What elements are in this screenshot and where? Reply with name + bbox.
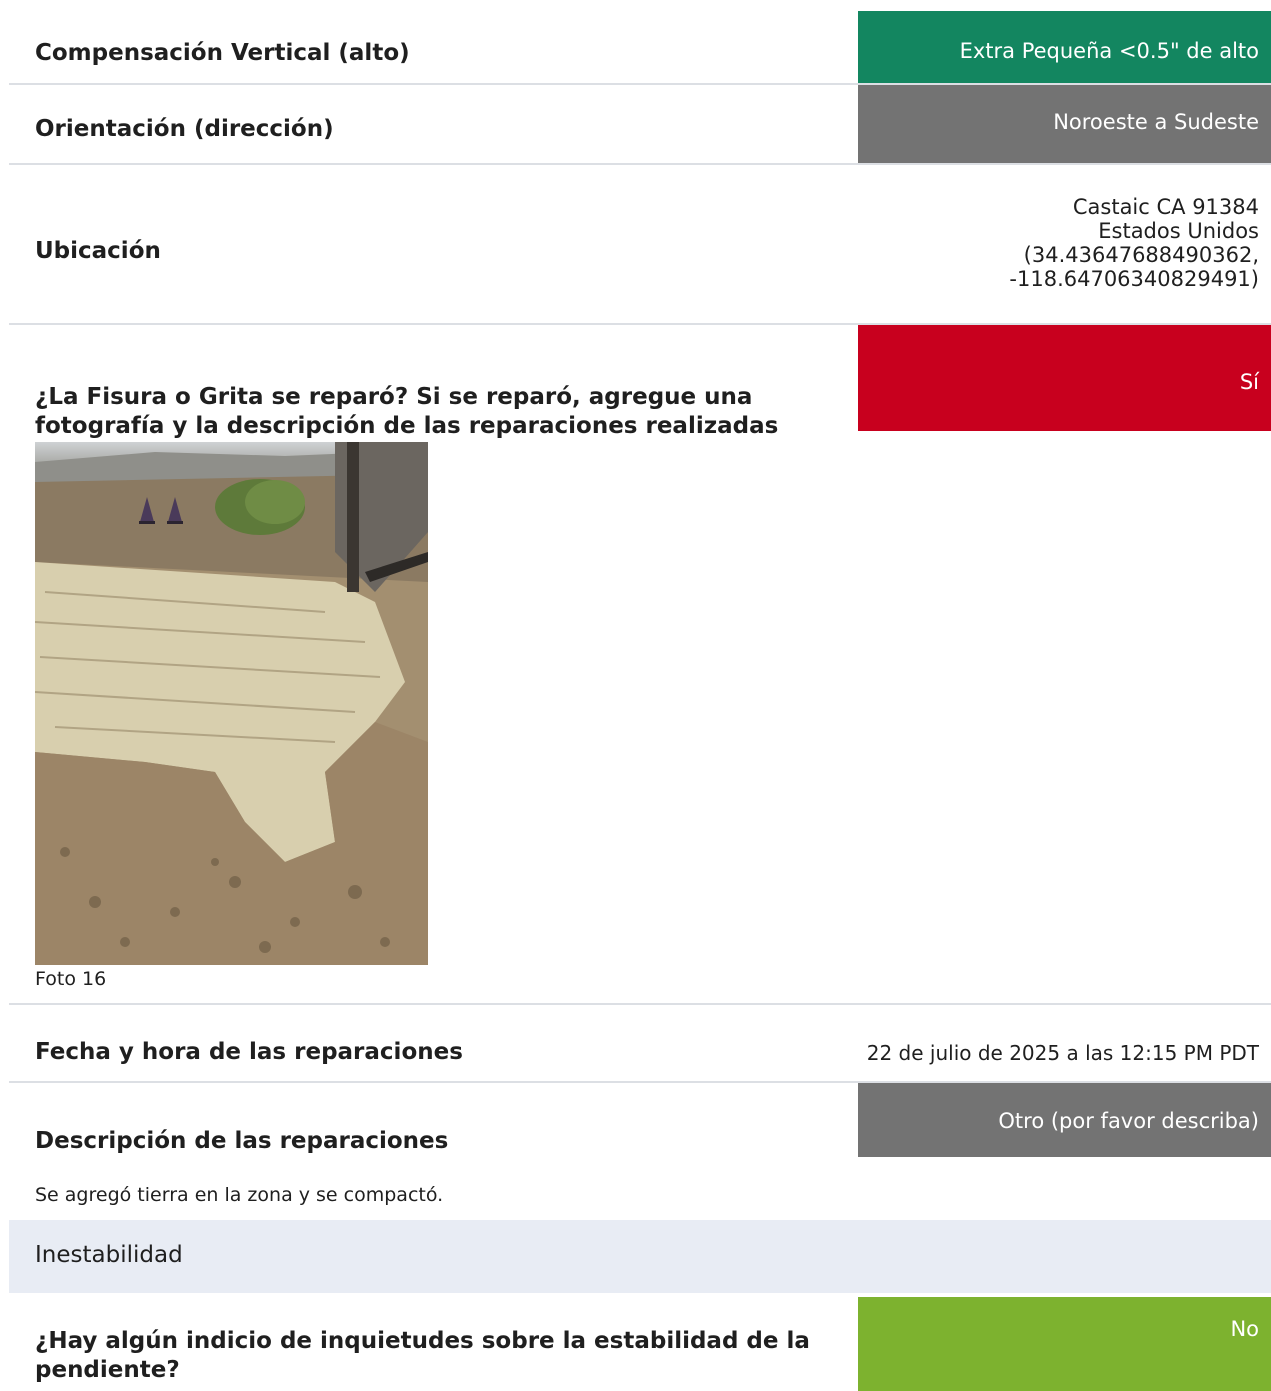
orientation-row: Orientación (dirección) Noroeste a Sudes… — [9, 85, 1271, 165]
vertical-offset-value: Extra Pequeña <0.5" de alto — [959, 39, 1259, 63]
vertical-offset-badge: Extra Pequeña <0.5" de alto — [858, 11, 1271, 83]
repair-datetime-value: 22 de julio de 2025 a las 12:15 PM PDT — [866, 1041, 1259, 1065]
repaired-badge: Sí — [858, 325, 1271, 431]
photo-caption: Foto 16 — [35, 968, 107, 990]
repair-note: Se agregó tierra en la zona y se compact… — [35, 1184, 444, 1206]
location-address: Castaic CA 91384 Estados Unidos (34.4364… — [1009, 195, 1259, 291]
location-line-lat: (34.43647688490362, — [1023, 243, 1259, 267]
repair-photo-image — [35, 442, 428, 965]
location-row: Ubicación Castaic CA 91384 Estados Unido… — [9, 165, 1271, 325]
vertical-offset-label: Compensación Vertical (alto) — [35, 40, 410, 66]
stability-value: No — [1230, 1317, 1259, 1341]
section-title: Inestabilidad — [35, 1242, 183, 1268]
repaired-label-line1: ¿La Fisura o Grita se reparó? Si se repa… — [35, 384, 753, 410]
repaired-value: Sí — [1239, 370, 1259, 394]
stability-label-line1: ¿Hay algún indicio de inquietudes sobre … — [35, 1328, 810, 1354]
stability-row: ¿Hay algún indicio de inquietudes sobre … — [9, 1297, 1271, 1391]
repaired-label: ¿La Fisura o Grita se reparó? Si se repa… — [35, 383, 778, 441]
repair-description-label: Descripción de las reparaciones — [35, 1128, 449, 1154]
location-line-lng: -118.64706340829491) — [1009, 267, 1259, 291]
orientation-badge: Noroeste a Sudeste — [858, 85, 1271, 163]
location-line-country: Estados Unidos — [1098, 219, 1259, 243]
orientation-value: Noroeste a Sudeste — [1053, 110, 1259, 134]
repair-description-row: Descripción de las reparaciones Otro (po… — [9, 1083, 1271, 1220]
location-line-city: Castaic CA 91384 — [1072, 195, 1259, 219]
stability-label-line2: pendiente? — [35, 1357, 180, 1383]
orientation-label: Orientación (dirección) — [35, 116, 334, 142]
section-header-instability: Inestabilidad — [9, 1220, 1271, 1293]
stability-label: ¿Hay algún indicio de inquietudes sobre … — [35, 1327, 810, 1385]
repaired-label-line2: fotografía y la descripción de las repar… — [35, 413, 779, 439]
stability-badge: No — [858, 1297, 1271, 1391]
repair-photo[interactable] — [35, 442, 428, 965]
repair-datetime-row: Fecha y hora de las reparaciones 22 de j… — [9, 1005, 1271, 1083]
repair-description-value: Otro (por favor describa) — [998, 1109, 1259, 1133]
vertical-offset-row: Compensación Vertical (alto) Extra Peque… — [9, 0, 1271, 85]
repair-description-badge: Otro (por favor describa) — [858, 1083, 1271, 1157]
location-label: Ubicación — [35, 238, 161, 264]
repair-datetime-label: Fecha y hora de las reparaciones — [35, 1039, 463, 1065]
